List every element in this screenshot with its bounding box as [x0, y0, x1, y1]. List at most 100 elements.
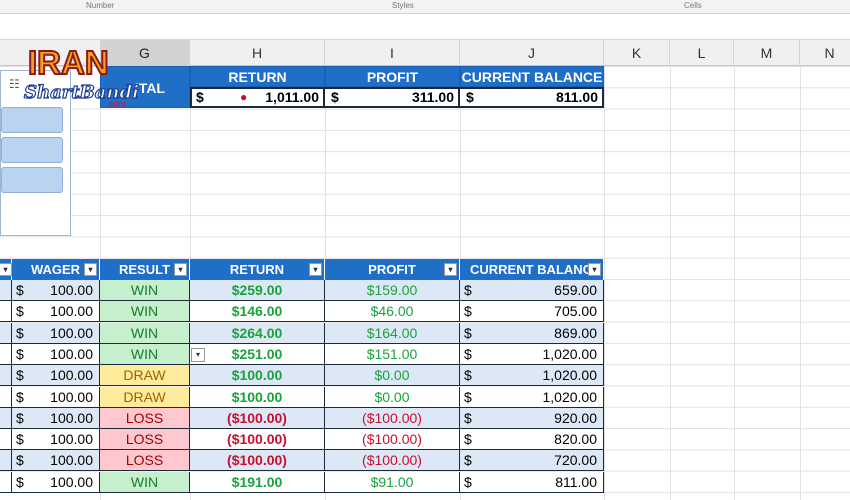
filter-dropdown-icon[interactable]: ▾ [84, 263, 97, 276]
row-prev-cell[interactable] [0, 343, 12, 365]
return-cell[interactable]: $264.00 [190, 322, 325, 344]
wager-cell[interactable]: $100.00 [12, 450, 100, 472]
balance-cell[interactable]: $1,020.00 [460, 386, 604, 408]
row-prev-cell[interactable] [0, 365, 12, 387]
result-cell[interactable]: LOSS [100, 450, 190, 472]
table-row[interactable]: $100.00 LOSS ($100.00) ($100.00) $920.00 [0, 407, 604, 429]
slicer-item[interactable] [1, 107, 63, 133]
result-cell[interactable]: LOSS [100, 429, 190, 451]
return-cell[interactable]: ($100.00) [190, 450, 325, 472]
wager-cell[interactable]: $100.00 [12, 322, 100, 344]
wager-cell[interactable]: $100.00 [12, 429, 100, 451]
wager-cell[interactable]: $100.00 [12, 386, 100, 408]
table-row[interactable]: $100.00 LOSS ($100.00) ($100.00) $720.00 [0, 450, 604, 472]
table-row[interactable]: $100.00 WIN $146.00 $46.00 $705.00 [0, 301, 604, 323]
profit-cell[interactable]: ($100.00) [325, 429, 460, 451]
result-cell[interactable]: WIN [100, 322, 190, 344]
result-cell[interactable]: WIN [100, 301, 190, 323]
profit-value: $151.00 [366, 345, 418, 362]
result-cell[interactable]: WIN [100, 280, 190, 301]
filter-dropdown-icon[interactable]: ▾ [309, 263, 322, 276]
return-cell[interactable]: $259.00 [190, 280, 325, 301]
profit-cell[interactable]: $91.00 [325, 471, 460, 493]
return-cell[interactable]: ($100.00) [190, 429, 325, 451]
wager-cell[interactable]: $100.00 [12, 301, 100, 323]
balance-cell[interactable]: $1,020.00 [460, 343, 604, 365]
currency-symbol: $ [16, 345, 24, 362]
result-cell[interactable]: WIN [100, 471, 190, 493]
balance-cell[interactable]: $820.00 [460, 429, 604, 451]
row-prev-cell[interactable] [0, 429, 12, 451]
column-header-n[interactable]: N [800, 40, 850, 66]
summary-profit-value[interactable]: 311.00 [380, 87, 454, 108]
column-header-j[interactable]: J [460, 40, 604, 66]
profit-cell[interactable]: $151.00 [325, 343, 460, 365]
column-header-i[interactable]: I [325, 40, 460, 66]
currency-symbol: $ [16, 388, 24, 405]
profit-cell[interactable]: ($100.00) [325, 407, 460, 429]
table-row[interactable]: $100.00 WIN $251.00 $151.00 $1,020.00 [0, 343, 604, 365]
return-cell[interactable]: $100.00 [190, 386, 325, 408]
table-header-wager[interactable]: WAGER ▾ [12, 259, 100, 280]
balance-cell[interactable]: $720.00 [460, 450, 604, 472]
balance-cell[interactable]: $1,020.00 [460, 365, 604, 387]
summary-balance-value[interactable]: 811.00 [520, 87, 598, 108]
result-cell[interactable]: LOSS [100, 407, 190, 429]
table-row[interactable]: $100.00 WIN $191.00 $91.00 $811.00 [0, 471, 604, 493]
profit-cell[interactable]: ($100.00) [325, 450, 460, 472]
result-cell[interactable]: WIN [100, 343, 190, 365]
column-header-h[interactable]: H [190, 40, 325, 66]
table-header-prev-col[interactable]: ▾ [0, 259, 12, 280]
row-prev-cell[interactable] [0, 407, 12, 429]
slicer-item[interactable] [1, 137, 63, 163]
return-cell[interactable]: $251.00 [190, 343, 325, 365]
column-header-m[interactable]: M [734, 40, 800, 66]
table-row[interactable]: $100.00 LOSS ($100.00) ($100.00) $820.00 [0, 429, 604, 451]
table-row[interactable]: $100.00 WIN $264.00 $164.00 $869.00 [0, 322, 604, 344]
table-header-return[interactable]: RETURN ▾ [190, 259, 325, 280]
row-prev-cell[interactable] [0, 386, 12, 408]
wager-cell[interactable]: $100.00 [12, 407, 100, 429]
row-prev-cell[interactable] [0, 450, 12, 472]
slicer-item[interactable] [1, 167, 63, 193]
row-prev-cell[interactable] [0, 322, 12, 344]
balance-cell[interactable]: $659.00 [460, 280, 604, 301]
balance-cell[interactable]: $811.00 [460, 471, 604, 493]
table-row[interactable]: $100.00 WIN $259.00 $159.00 $659.00 [0, 280, 604, 301]
filter-dropdown-icon[interactable]: ▾ [588, 263, 601, 276]
result-cell[interactable]: DRAW [100, 386, 190, 408]
profit-cell[interactable]: $159.00 [325, 280, 460, 301]
cell-dropdown-icon[interactable]: ▾ [191, 348, 205, 362]
result-cell[interactable]: DRAW [100, 365, 190, 387]
balance-cell[interactable]: $705.00 [460, 301, 604, 323]
multi-select-icon[interactable]: ☷ [9, 77, 20, 91]
balance-cell[interactable]: $920.00 [460, 407, 604, 429]
wager-cell[interactable]: $100.00 [12, 280, 100, 301]
table-header-profit[interactable]: PROFIT ▾ [325, 259, 460, 280]
profit-cell[interactable]: $46.00 [325, 301, 460, 323]
table-row[interactable]: $100.00 DRAW $100.00 $0.00 $1,020.00 [0, 386, 604, 408]
filter-dropdown-icon[interactable]: ▾ [174, 263, 187, 276]
return-cell[interactable]: ($100.00) [190, 407, 325, 429]
row-prev-cell[interactable] [0, 280, 12, 301]
table-row[interactable]: $100.00 DRAW $100.00 $0.00 $1,020.00 [0, 365, 604, 387]
table-header-balance[interactable]: CURRENT BALANCE ▾ [460, 259, 604, 280]
return-cell[interactable]: $191.00 [190, 471, 325, 493]
wager-cell[interactable]: $100.00 [12, 343, 100, 365]
summary-return-value[interactable]: 1,011.00 [255, 87, 319, 108]
return-cell[interactable]: $100.00 [190, 365, 325, 387]
row-prev-cell[interactable] [0, 301, 12, 323]
wager-cell[interactable]: $100.00 [12, 471, 100, 493]
table-header-result[interactable]: RESULT ▾ [100, 259, 190, 280]
filter-dropdown-icon[interactable]: ▾ [444, 263, 457, 276]
profit-cell[interactable]: $0.00 [325, 386, 460, 408]
balance-cell[interactable]: $869.00 [460, 322, 604, 344]
return-cell[interactable]: $146.00 [190, 301, 325, 323]
profit-cell[interactable]: $164.00 [325, 322, 460, 344]
filter-dropdown-icon[interactable]: ▾ [0, 263, 12, 276]
column-header-k[interactable]: K [604, 40, 670, 66]
wager-cell[interactable]: $100.00 [12, 365, 100, 387]
row-prev-cell[interactable] [0, 471, 12, 493]
profit-cell[interactable]: $0.00 [325, 365, 460, 387]
column-header-l[interactable]: L [670, 40, 734, 66]
